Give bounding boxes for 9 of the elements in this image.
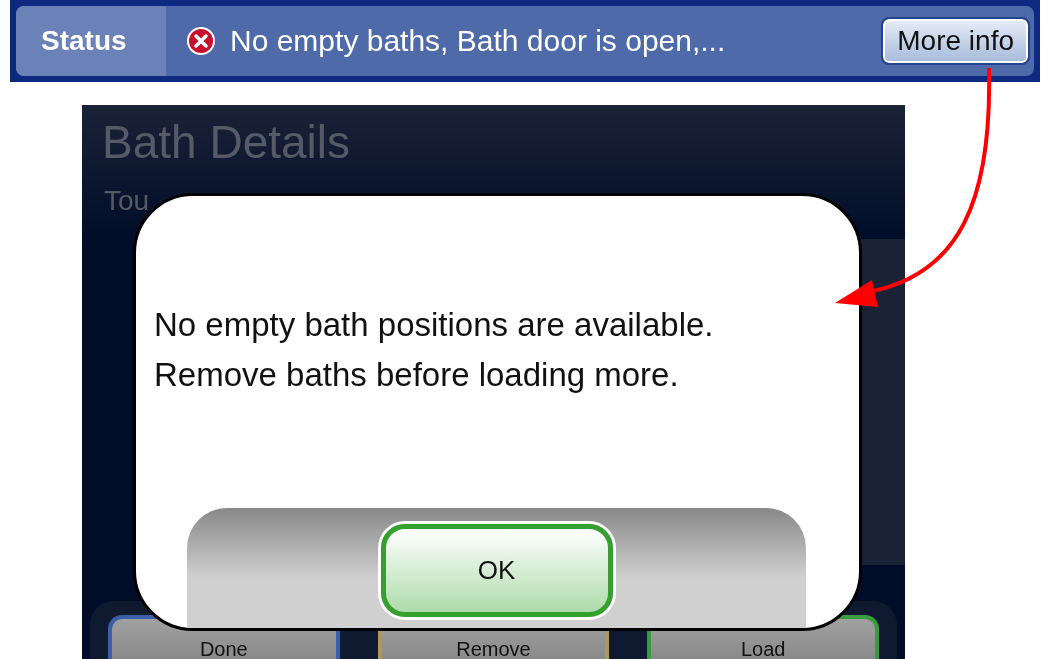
screen-subtitle: Tou [103,184,151,217]
error-icon [186,26,216,56]
status-label: Status [16,6,166,76]
dialog-message: Remove baths before loading more. [154,355,680,395]
dialog-message: No empty bath positions are available. [154,305,715,345]
ok-button[interactable]: OK [380,524,613,617]
more-info-button[interactable]: More info [883,19,1028,63]
screen-title: Bath Details [101,115,351,169]
status-message: No empty baths, Bath door is open,... [230,24,727,58]
